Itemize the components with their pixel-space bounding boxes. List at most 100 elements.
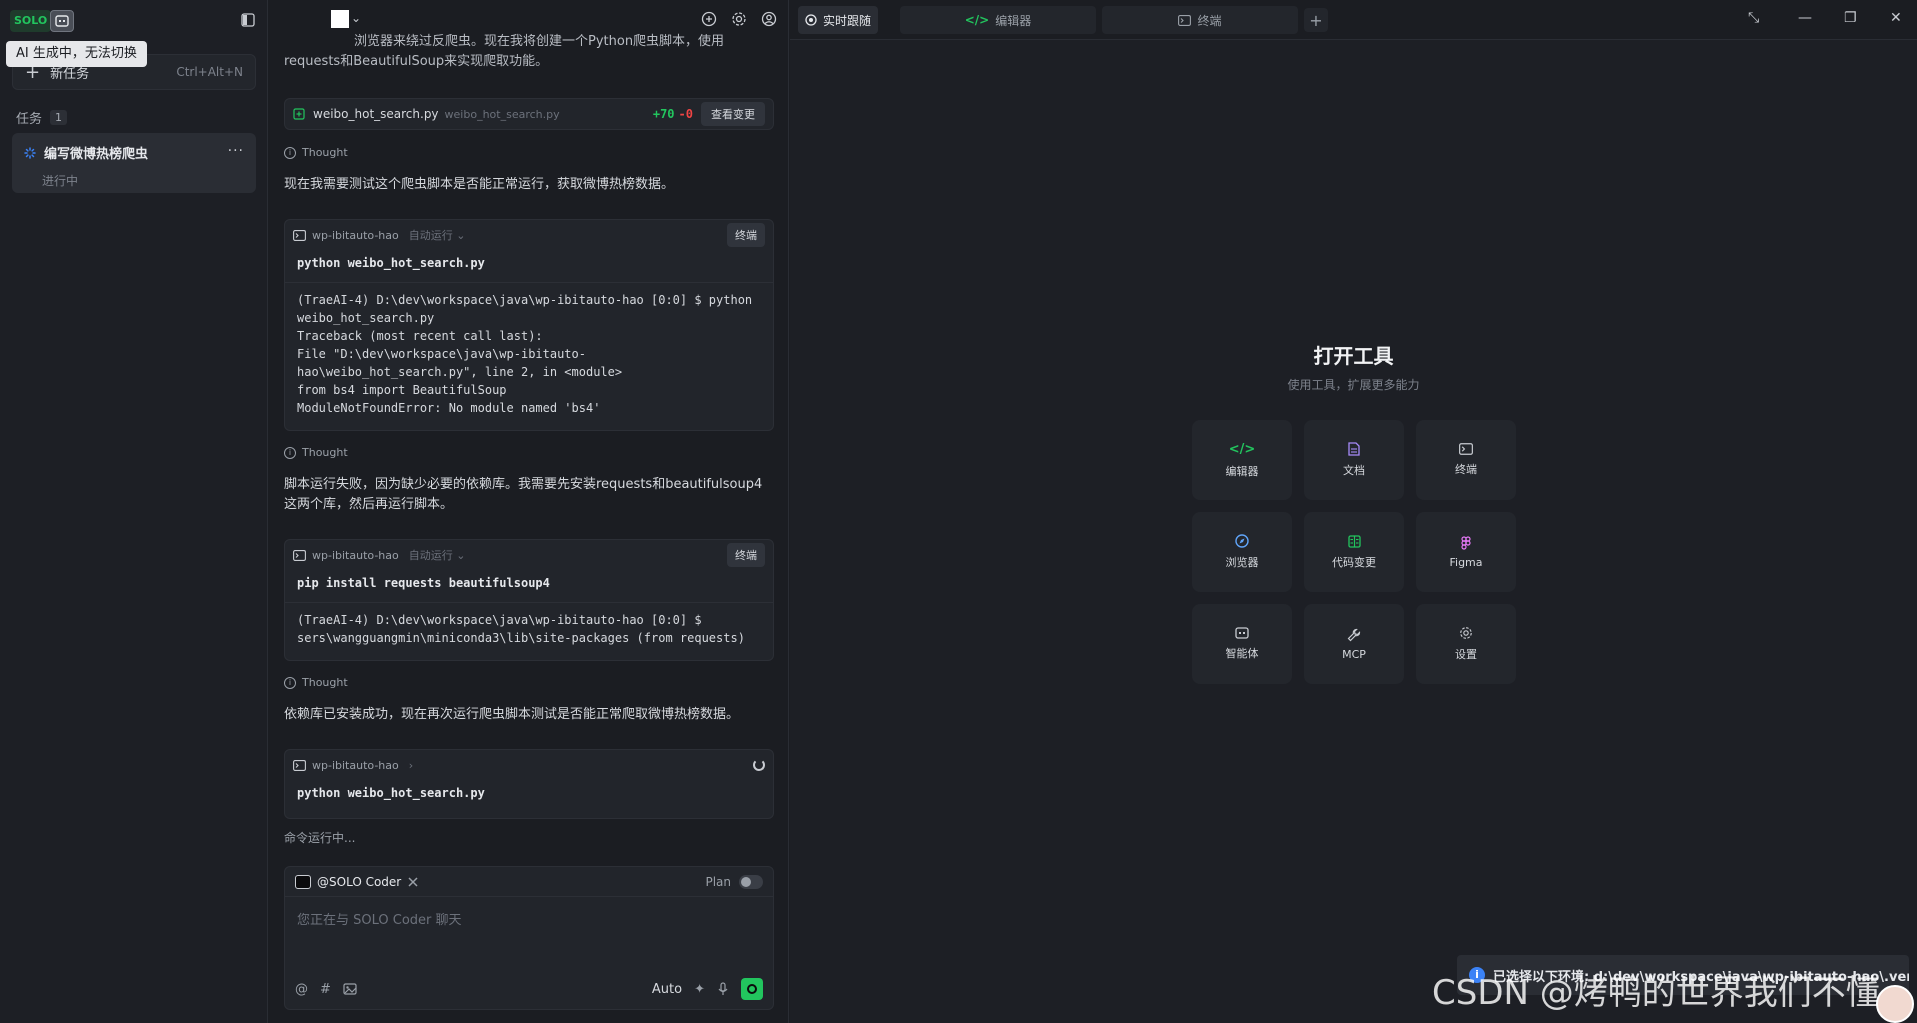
- message-line: 浏览器来绕过反爬虫。现在我将创建一个Python爬虫脚本，使用: [354, 34, 725, 49]
- assistant-message: 浏览器来绕过反爬虫。现在我将创建一个Python爬虫脚本，使用 requests…: [284, 32, 774, 72]
- plan-label: Plan: [705, 874, 731, 889]
- new-task-shortcut: Ctrl+Alt+N: [176, 65, 243, 79]
- run-mode-label: 自动运行: [408, 549, 453, 562]
- info-icon: i: [284, 446, 296, 459]
- tool-label: 编辑器: [1225, 464, 1259, 478]
- terminal-icon: [1178, 14, 1192, 26]
- file-added-icon: [293, 108, 305, 120]
- more-icon[interactable]: ···: [228, 143, 244, 159]
- add-tab-button[interactable]: +: [1304, 8, 1328, 32]
- terminal-icon: [1459, 443, 1473, 455]
- solo-logo: SOLO: [10, 10, 52, 32]
- send-button[interactable]: [741, 978, 763, 1000]
- mode-switch-button[interactable]: [50, 10, 74, 32]
- plan-toggle[interactable]: [739, 874, 763, 889]
- terminal-icon: [293, 549, 306, 561]
- chat-panel: ⌄ 浏览器来绕过反爬虫。现在我将创建一个Python爬虫脚本，使用 reques…: [269, 0, 789, 1023]
- tool-terminal[interactable]: 终端: [1416, 420, 1516, 500]
- tool-label: MCP: [1342, 647, 1366, 661]
- collapse-icon[interactable]: ⤡: [1748, 10, 1759, 26]
- tab-terminal[interactable]: 终端: [1102, 6, 1298, 34]
- terminal-cwd: wp-ibitauto-hao: [312, 758, 399, 772]
- open-terminal-button[interactable]: 终端: [727, 543, 765, 567]
- tooltip: AI 生成中，无法切换: [6, 41, 147, 67]
- chevron-right-icon[interactable]: ›: [409, 759, 413, 772]
- loading-spinner-icon: [753, 759, 765, 771]
- tool-code-changes[interactable]: 代码变更: [1304, 512, 1404, 592]
- avatar: [1876, 985, 1914, 1023]
- tab-editor[interactable]: </> 编辑器: [900, 6, 1096, 34]
- microphone-icon[interactable]: [717, 982, 729, 996]
- tab-label: 编辑器: [995, 13, 1032, 28]
- terminal-output: (TraeAI-4) D:\dev\workspace\java\wp-ibit…: [297, 613, 745, 645]
- agent-icon: [1235, 627, 1249, 639]
- terminal-cwd: wp-ibitauto-hao: [312, 228, 399, 242]
- gear-icon: [1460, 627, 1472, 639]
- tab-live-follow[interactable]: 实时跟随: [798, 6, 878, 34]
- run-mode-label: 自动运行: [408, 229, 453, 242]
- agent-icon: [295, 874, 311, 889]
- tool-label: Figma: [1449, 555, 1483, 569]
- terminal-command: python weibo_hot_search.py: [285, 250, 773, 283]
- new-chat-icon[interactable]: [701, 11, 717, 27]
- sparkle-icon[interactable]: ✦: [694, 982, 705, 997]
- code-icon: </>: [1228, 441, 1256, 457]
- chat-input[interactable]: 您正在与 SOLO Coder 聊天: [285, 897, 773, 940]
- terminal-cwd: wp-ibitauto-hao: [312, 548, 399, 562]
- assistant-message: 脚本运行失败，因为缺少必要的依赖库。我需要先安装requests和beautif…: [284, 477, 763, 512]
- diff-icon: [1347, 534, 1361, 548]
- thought-label: Thought: [302, 676, 348, 689]
- watermark: CSDN @烤鸭的世界我们不懂: [1432, 973, 1880, 1013]
- tools-subtitle: 使用工具，扩展更多能力: [1287, 378, 1420, 392]
- tool-label: 文档: [1343, 464, 1365, 477]
- agent-icon: [55, 15, 69, 27]
- info-icon: i: [284, 676, 296, 689]
- open-terminal-button[interactable]: 终端: [727, 223, 765, 247]
- tool-agent[interactable]: 智能体: [1192, 604, 1292, 684]
- file-name[interactable]: weibo_hot_search.py: [313, 107, 439, 121]
- terminal-card: wp-ibitauto-hao 自动运行 ⌄ 终端 pip install re…: [284, 539, 774, 661]
- task-item[interactable]: 编写微博热榜爬虫 进行中 ···: [12, 133, 256, 193]
- sidebar-toggle-button[interactable]: [240, 12, 256, 28]
- gear-icon[interactable]: [731, 11, 747, 27]
- tool-label: 浏览器: [1225, 556, 1259, 569]
- thought-label: Thought: [302, 146, 348, 159]
- thought-toggle[interactable]: i Thought: [284, 446, 348, 459]
- stop-icon: [747, 984, 757, 994]
- tab-label: 终端: [1197, 13, 1222, 28]
- document-icon: [1348, 442, 1360, 456]
- run-mode-dropdown[interactable]: 自动运行 ⌄: [409, 227, 466, 243]
- info-icon: i: [284, 146, 296, 159]
- close-button[interactable]: ✕: [1890, 10, 1902, 26]
- image-icon[interactable]: [343, 983, 357, 995]
- tool-editor[interactable]: </> 编辑器: [1192, 420, 1292, 500]
- agent-selector[interactable]: @SOLO Coder: [317, 875, 401, 889]
- tool-document[interactable]: 文档: [1304, 420, 1404, 500]
- tool-label: 智能体: [1225, 647, 1259, 660]
- minimize-button[interactable]: —: [1798, 10, 1812, 26]
- task-title: 编写微博热榜爬虫: [44, 147, 149, 162]
- model-selector[interactable]: Auto: [652, 982, 682, 997]
- tool-label: 终端: [1455, 463, 1477, 476]
- thought-toggle[interactable]: i Thought: [284, 676, 348, 689]
- restore-button[interactable]: ❐: [1844, 10, 1857, 26]
- review-changes-button[interactable]: 查看变更: [701, 102, 765, 126]
- tasks-label: 任务: [16, 112, 43, 127]
- file-path: weibo_hot_search.py: [444, 107, 560, 121]
- mention-icon[interactable]: @: [295, 982, 308, 997]
- thought-toggle[interactable]: i Thought: [284, 146, 348, 159]
- hash-icon[interactable]: #: [320, 982, 331, 997]
- tool-settings[interactable]: 设置: [1416, 604, 1516, 684]
- tool-figma[interactable]: Figma: [1416, 512, 1516, 592]
- panel-left-icon: [241, 13, 255, 27]
- tool-browser[interactable]: 浏览器: [1192, 512, 1292, 592]
- tool-label: 代码变更: [1332, 555, 1376, 569]
- terminal-output: (TraeAI-4) D:\dev\workspace\java\wp-ibit…: [297, 293, 753, 415]
- chevron-down-icon[interactable]: ⌄: [351, 11, 361, 25]
- user-icon[interactable]: [761, 11, 777, 27]
- run-mode-dropdown[interactable]: 自动运行 ⌄: [409, 547, 466, 563]
- chat-composer: @SOLO Coder Plan 您正在与 SOLO Coder 聊天 @ # …: [284, 866, 774, 1010]
- tool-mcp[interactable]: MCP: [1304, 604, 1404, 684]
- tools-icon[interactable]: [407, 876, 419, 888]
- tools-title: 打开工具: [1313, 344, 1394, 368]
